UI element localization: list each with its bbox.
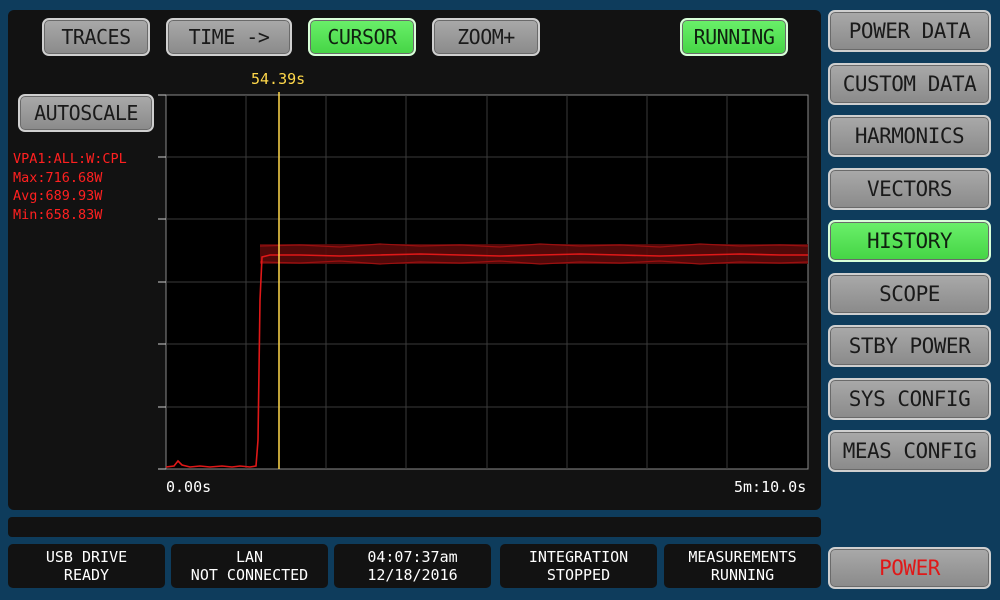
power-button[interactable]: POWER	[828, 547, 991, 589]
sidebar-item-history[interactable]: HISTORY	[828, 220, 991, 262]
sidebar-item-scope[interactable]: SCOPE	[828, 273, 991, 315]
status-integration-line1: INTEGRATION	[528, 548, 629, 566]
status-lan-line2: NOT CONNECTED	[190, 566, 309, 584]
sidebar-item-stby-power[interactable]: STBY POWER	[828, 325, 991, 367]
sidebar-item-custom-data[interactable]: CUSTOM DATA	[828, 63, 991, 105]
status-datetime[interactable]: 04:07:37am 12/18/2016	[334, 544, 491, 588]
status-time: 04:07:37am	[367, 548, 458, 566]
status-integration[interactable]: INTEGRATION STOPPED	[500, 544, 657, 588]
x-axis-end-label: 5m:10.0s	[734, 478, 807, 496]
status-lan-line1: LAN	[235, 548, 264, 566]
status-measurements-line2: RUNNING	[710, 566, 775, 584]
status-usb-line1: USB DRIVE	[45, 548, 128, 566]
sidebar-item-harmonics[interactable]: HARMONICS	[828, 115, 991, 157]
sidebar-item-meas-config[interactable]: MEAS CONFIG	[828, 430, 991, 472]
status-integration-line2: STOPPED	[546, 566, 611, 584]
sidebar-item-sys-config[interactable]: SYS CONFIG	[828, 378, 991, 420]
status-usb-line2: READY	[63, 566, 110, 584]
status-lan[interactable]: LAN NOT CONNECTED	[171, 544, 328, 588]
message-bar	[8, 517, 821, 537]
y-ticks	[158, 94, 166, 470]
sidebar-item-vectors[interactable]: VECTORS	[828, 168, 991, 210]
status-measurements[interactable]: MEASUREMENTS RUNNING	[664, 544, 821, 588]
status-date: 12/18/2016	[367, 566, 458, 584]
status-measurements-line1: MEASUREMENTS	[688, 548, 797, 566]
x-axis-start-label: 0.00s	[166, 478, 212, 496]
status-usb-drive[interactable]: USB DRIVE READY	[8, 544, 165, 588]
sidebar-item-power-data[interactable]: POWER DATA	[828, 10, 991, 52]
